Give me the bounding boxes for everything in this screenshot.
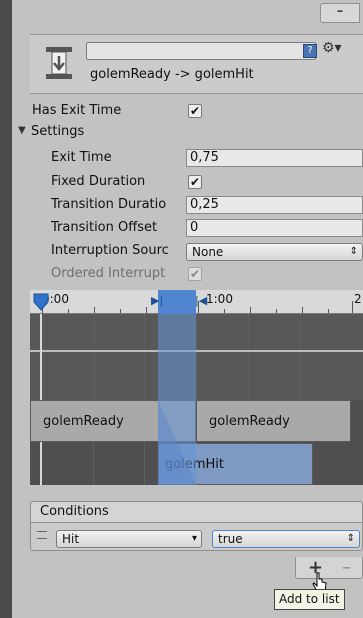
transition-range-ruler-highlight — [158, 290, 196, 314]
transition-offset-field[interactable]: 0 — [186, 219, 363, 237]
drag-handle-icon[interactable] — [37, 531, 47, 539]
playhead-marker-icon[interactable] — [33, 293, 49, 315]
interruption-source-dropdown[interactable]: None ⇕ — [186, 243, 363, 261]
ruler-tick — [94, 307, 95, 313]
condition-value-dropdown[interactable]: true ⇕ — [212, 530, 360, 548]
ordered-interruption-checkbox: ✔ — [188, 267, 202, 281]
timeline-curve — [30, 350, 363, 352]
transition-name-input[interactable] — [86, 42, 316, 60]
transition-duration-field[interactable]: 0,25 — [186, 196, 363, 214]
settings-foldout-label[interactable]: Settings — [31, 124, 84, 139]
minimize-button[interactable]: – — [320, 3, 360, 23]
condition-value: true — [218, 532, 243, 546]
transition-start-handle-icon[interactable]: ▶| — [151, 294, 163, 307]
ruler-tick — [146, 307, 147, 313]
dropdown-arrow-icon: ▾ — [191, 533, 197, 544]
has-exit-time-label: Has Exit Time — [32, 103, 122, 118]
ruler-tick — [250, 307, 251, 313]
transition-duration-label: Transition Duratio — [51, 197, 167, 212]
condition-parameter-dropdown[interactable]: Hit ▾ — [56, 530, 202, 548]
transition-subtitle: golemReady -> golemHit — [90, 67, 254, 82]
ruler-tick — [276, 309, 277, 313]
gear-icon[interactable]: ⚙▾ — [322, 40, 342, 56]
exit-time-label: Exit Time — [51, 150, 112, 165]
transition-blend-diagonal — [158, 400, 196, 485]
fixed-duration-checkbox[interactable]: ✔ — [188, 175, 202, 189]
transition-icon — [44, 46, 74, 80]
remove-condition-button[interactable]: – — [342, 557, 351, 578]
left-panel-edge — [0, 0, 12, 618]
ruler-label: 1:00 — [206, 292, 233, 306]
ruler-label: 2 — [354, 292, 362, 306]
tooltip: Add to list — [274, 589, 345, 610]
source-state-bar-continued: golemReady — [196, 400, 351, 442]
has-exit-time-checkbox[interactable]: ✔ — [188, 104, 202, 118]
transition-end-handle-icon[interactable]: |◀ — [195, 294, 207, 307]
ruler-tick — [68, 309, 69, 313]
interruption-source-label: Interruption Sourc — [51, 243, 169, 258]
ruler-tick — [224, 309, 225, 313]
conditions-header: Conditions — [30, 501, 363, 523]
settings-foldout-arrow-icon[interactable]: ▼ — [18, 125, 26, 136]
dropdown-arrow-icon: ⇕ — [346, 533, 355, 544]
ruler-tick — [328, 309, 329, 313]
dropdown-arrow-icon: ⇕ — [349, 246, 358, 257]
help-book-icon[interactable]: ? — [303, 44, 317, 58]
ruler-tick — [352, 301, 353, 313]
interruption-source-value: None — [192, 245, 224, 259]
transition-offset-label: Transition Offset — [51, 220, 158, 235]
condition-parameter-value: Hit — [62, 532, 80, 546]
ordered-interruption-label: Ordered Interrupt — [51, 266, 166, 281]
fixed-duration-label: Fixed Duration — [51, 174, 146, 189]
ruler-tick — [302, 307, 303, 313]
ruler-tick — [120, 309, 121, 313]
exit-time-field[interactable]: 0,75 — [186, 149, 363, 167]
conditions-footer — [295, 557, 363, 579]
